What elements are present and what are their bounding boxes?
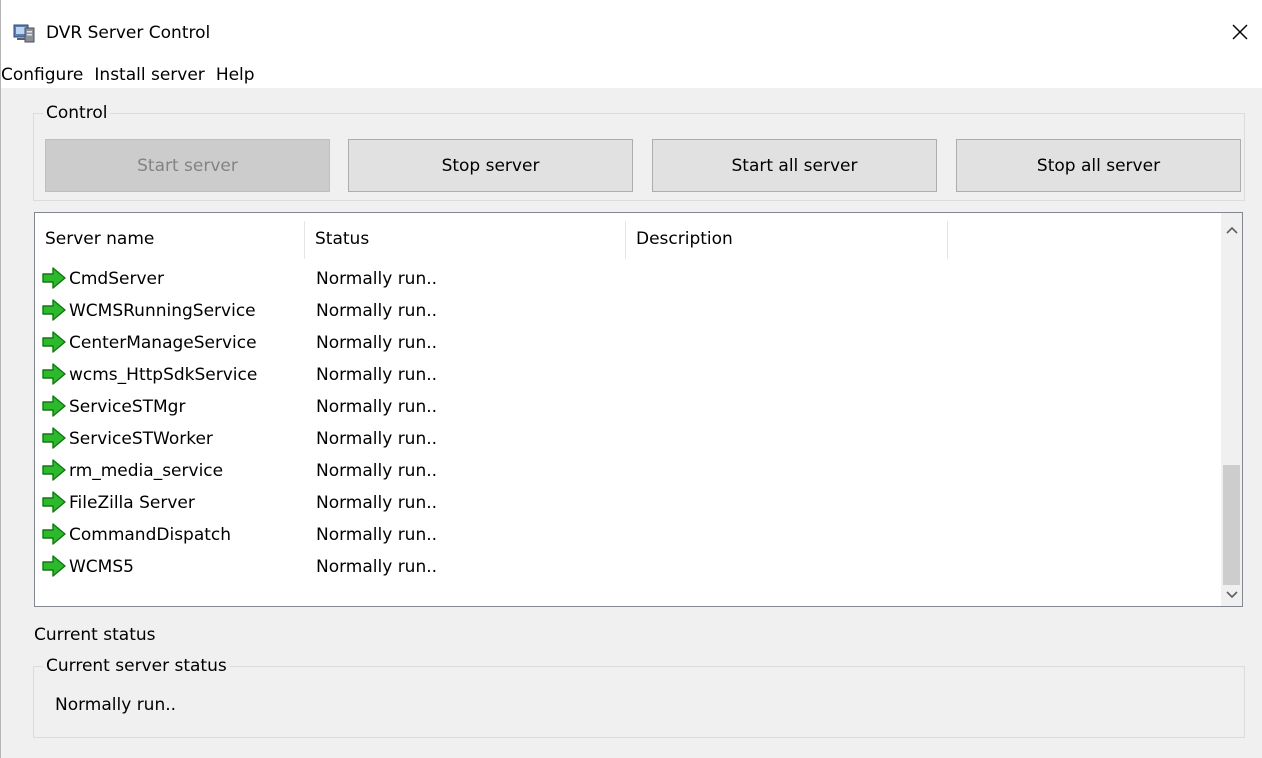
green-arrow-icon [42, 267, 66, 289]
table-row[interactable]: ServiceSTMgr Normally run.. [35, 391, 1223, 423]
stop-server-button[interactable]: Stop server [348, 139, 633, 192]
chevron-down-icon [1225, 591, 1238, 599]
table-row[interactable]: ServiceSTWorker Normally run.. [35, 423, 1223, 455]
server-status: Normally run.. [316, 397, 438, 417]
green-arrow-icon [42, 331, 66, 353]
stop-all-server-button[interactable]: Stop all server [956, 139, 1241, 192]
server-status: Normally run.. [316, 525, 438, 545]
current-status-label: Current status [34, 625, 156, 645]
scroll-thumb[interactable] [1223, 465, 1240, 585]
menu-install-server[interactable]: Install server [91, 63, 212, 87]
control-group-label: Control [43, 103, 111, 123]
column-description[interactable]: Description [626, 213, 946, 263]
green-arrow-icon [42, 427, 66, 449]
menu-bar: Configure Install server Help [1, 62, 1262, 88]
window-title: DVR Server Control [46, 23, 211, 43]
server-name: CommandDispatch [69, 525, 232, 545]
server-name: rm_media_service [69, 461, 224, 481]
table-row[interactable]: CenterManageService Normally run.. [35, 327, 1223, 359]
scroll-up-button[interactable] [1221, 219, 1242, 241]
column-separator[interactable] [947, 221, 948, 259]
server-name: ServiceSTMgr [69, 397, 186, 417]
current-server-status-value: Normally run.. [55, 695, 177, 715]
green-arrow-icon [42, 491, 66, 513]
server-name: WCMS5 [69, 557, 134, 577]
server-name: ServiceSTWorker [69, 429, 213, 449]
server-status: Normally run.. [316, 429, 438, 449]
server-app-icon [13, 24, 35, 43]
server-name: WCMSRunningService [69, 301, 256, 321]
table-row[interactable]: FileZilla Server Normally run.. [35, 487, 1223, 519]
table-row[interactable]: WCMSRunningService Normally run.. [35, 295, 1223, 327]
column-server-name[interactable]: Server name [35, 213, 304, 263]
current-server-status-groupbox [33, 666, 1245, 738]
green-arrow-icon [42, 523, 66, 545]
menu-help[interactable]: Help [213, 63, 263, 87]
table-row[interactable]: rm_media_service Normally run.. [35, 455, 1223, 487]
server-status: Normally run.. [316, 461, 438, 481]
green-arrow-icon [42, 363, 66, 385]
table-row[interactable]: CmdServer Normally run.. [35, 263, 1223, 295]
list-header: Server name Status Description [35, 213, 1223, 263]
scroll-down-button[interactable] [1221, 584, 1242, 606]
start-server-button[interactable]: Start server [45, 139, 330, 192]
current-server-status-group-label: Current server status [43, 656, 230, 676]
close-icon [1232, 24, 1248, 40]
server-name: wcms_HttpSdkService [69, 365, 258, 385]
table-row[interactable]: WCMS5 Normally run.. [35, 551, 1223, 583]
chevron-up-icon [1225, 226, 1238, 234]
server-name: CmdServer [69, 269, 164, 289]
server-name: FileZilla Server [69, 493, 195, 513]
green-arrow-icon [42, 555, 66, 577]
server-status: Normally run.. [316, 493, 438, 513]
menu-configure[interactable]: Configure [1, 63, 91, 87]
start-all-server-button[interactable]: Start all server [652, 139, 937, 192]
server-status: Normally run.. [316, 301, 438, 321]
green-arrow-icon [42, 459, 66, 481]
server-list[interactable]: Server name Status Description CmdServer… [34, 212, 1243, 607]
server-status: Normally run.. [316, 365, 438, 385]
table-row[interactable]: CommandDispatch Normally run.. [35, 519, 1223, 551]
vertical-scrollbar[interactable] [1221, 213, 1242, 606]
close-button[interactable] [1218, 12, 1262, 52]
table-row[interactable]: wcms_HttpSdkService Normally run.. [35, 359, 1223, 391]
dvr-server-control-window: DVR Server Control Configure Install ser… [0, 0, 1262, 758]
server-name: CenterManageService [69, 333, 257, 353]
list-rows: CmdServer Normally run.. WCMSRunningServ… [35, 263, 1223, 583]
column-status[interactable]: Status [305, 213, 625, 263]
server-status: Normally run.. [316, 557, 438, 577]
green-arrow-icon [42, 299, 66, 321]
title-bar: DVR Server Control [1, 0, 1262, 62]
server-status: Normally run.. [316, 333, 438, 353]
green-arrow-icon [42, 395, 66, 417]
server-status: Normally run.. [316, 269, 438, 289]
